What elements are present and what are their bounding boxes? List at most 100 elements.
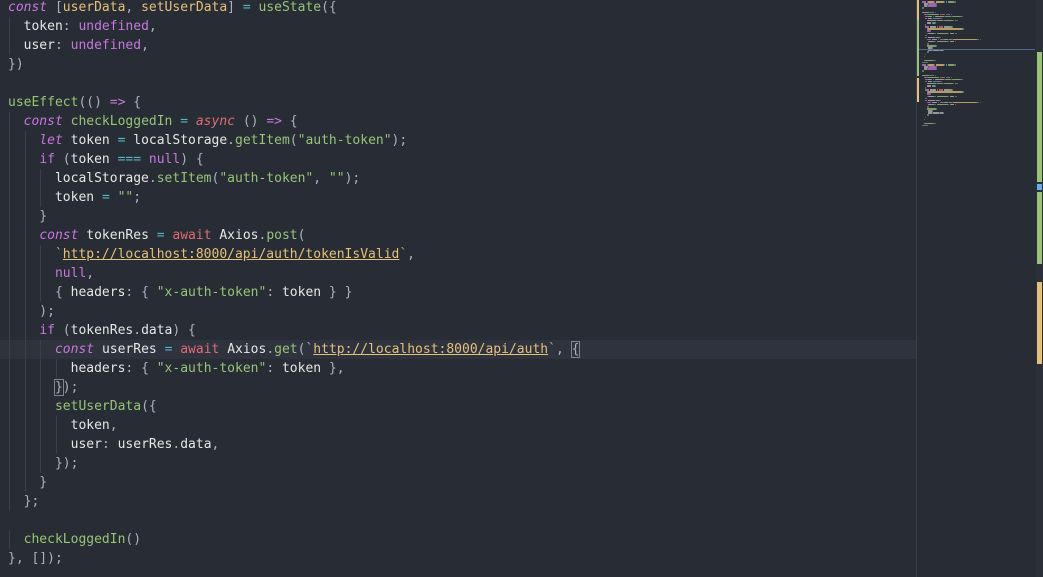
code-editor[interactable]: const [userData, setUserData] = useState…	[0, 0, 1043, 577]
code-line[interactable]: }	[0, 207, 916, 226]
code-line[interactable]: const checkLoggedIn = async () => {	[0, 112, 916, 131]
code-token: ,	[407, 247, 415, 262]
minimap-token	[925, 15, 928, 18]
code-line-content: };	[8, 492, 40, 511]
minimap-token	[934, 22, 936, 24]
overview-ruler[interactable]	[1036, 0, 1043, 577]
code-line-content: token: undefined,	[8, 17, 157, 36]
code-token: {	[8, 285, 71, 300]
code-token: },	[321, 361, 345, 376]
code-token: tokenRes	[70, 323, 134, 338]
code-line[interactable]: checkLoggedIn()	[0, 530, 916, 549]
code-token: );	[62, 380, 79, 395]
code-token: });	[8, 456, 79, 471]
code-line[interactable]: });	[0, 454, 916, 473]
code-line[interactable]: user: userRes.data,	[0, 435, 916, 454]
minimap-token	[954, 64, 956, 66]
minimap-token	[954, 103, 957, 106]
code-token: token	[23, 19, 63, 34]
code-line-content: })	[8, 55, 24, 74]
code-line-content: );	[8, 302, 55, 321]
code-line[interactable]: );	[0, 302, 916, 321]
code-token: useState	[258, 0, 322, 15]
code-token: getItem	[235, 133, 290, 148]
code-area[interactable]: const [userData, setUserData] = useState…	[0, 0, 916, 577]
code-line[interactable]: };	[0, 492, 916, 511]
minimap-token	[979, 101, 981, 104]
minimap-token	[926, 85, 931, 87]
minimap-token	[937, 82, 943, 85]
code-line[interactable]: })	[0, 55, 916, 74]
code-line[interactable]: const [userData, setUserData] = useState…	[0, 0, 916, 17]
code-line[interactable]: null,	[0, 264, 916, 283]
code-token: {	[125, 95, 142, 110]
code-token: ()	[235, 114, 267, 129]
minimap-token	[942, 112, 944, 114]
code-line-content: `http://localhost:8000/api/auth/tokenIsV…	[8, 245, 415, 264]
code-line-content: const tokenRes = await Axios.post(	[8, 226, 305, 245]
code-token: undefined	[78, 19, 149, 34]
code-line-content: setUserData({	[8, 397, 157, 416]
code-line[interactable]: if (tokenRes.data) {	[0, 321, 916, 340]
code-token: null	[54, 266, 87, 281]
code-line[interactable]: { headers: { "x-auth-token": token } }	[0, 283, 916, 302]
code-token: setItem	[156, 171, 212, 186]
code-line[interactable]	[0, 74, 916, 93]
code-line[interactable]: }	[0, 473, 916, 492]
minimap-token	[979, 38, 981, 41]
code-line[interactable]: }, []);	[0, 549, 916, 568]
code-line[interactable]: setUserData({	[0, 397, 916, 416]
code-line-content: user: undefined,	[8, 36, 149, 55]
code-token: headers	[70, 361, 126, 376]
minimap-token	[934, 59, 936, 62]
minimap-token	[925, 34, 927, 37]
code-line[interactable]: user: undefined,	[0, 36, 916, 55]
code-token: }	[8, 209, 48, 224]
code-line-content: checkLoggedIn()	[8, 530, 141, 549]
overview-change-marker	[1037, 282, 1042, 364]
minimap-token	[950, 32, 954, 34]
minimap-token	[928, 15, 933, 18]
code-line[interactable]: token = "";	[0, 188, 916, 207]
minimap-token	[934, 40, 937, 43]
minimap-token	[978, 38, 979, 41]
minimap[interactable]	[917, 0, 1035, 577]
code-token: token	[281, 285, 322, 300]
code-line[interactable]: token,	[0, 416, 916, 435]
code-token: `	[548, 342, 556, 357]
code-token: token	[281, 361, 322, 376]
minimap-token	[962, 28, 964, 30]
code-token: ,	[148, 19, 157, 34]
minimap-token	[956, 19, 958, 22]
code-line[interactable]: localStorage.setItem("auth-token", "");	[0, 169, 916, 188]
minimap-token	[934, 95, 937, 97]
code-line[interactable]: });	[0, 378, 916, 397]
code-line[interactable]: token: undefined,	[0, 17, 916, 36]
code-line-content: }, []);	[8, 549, 63, 568]
code-token: if	[39, 323, 55, 338]
minimap-token	[935, 108, 938, 110]
minimap-token	[925, 78, 928, 81]
code-line[interactable]: const tokenRes = await Axios.post(	[0, 226, 916, 245]
minimap-token	[929, 11, 932, 13]
code-token: token	[70, 418, 110, 433]
code-line[interactable]: let token = localStorage.getItem("auth-t…	[0, 131, 916, 150]
code-line[interactable]	[0, 511, 916, 530]
minimap-token	[922, 74, 930, 76]
minimap-token	[954, 95, 958, 97]
code-line[interactable]: const userRes = await Axios.get(`http://…	[0, 340, 916, 359]
minimap-token	[928, 99, 935, 102]
minimap-token	[951, 15, 962, 18]
code-line[interactable]: useEffect(() => {	[0, 93, 916, 112]
minimap-token	[923, 13, 928, 16]
minimap-token	[934, 103, 937, 106]
code-token: }, []);	[8, 551, 63, 566]
code-line[interactable]: headers: { "x-auth-token": token },	[0, 359, 916, 378]
code-token: await	[180, 342, 220, 357]
code-line[interactable]: `http://localhost:8000/api/auth/tokenIsV…	[0, 245, 916, 264]
code-line[interactable]: if (token === null) {	[0, 150, 916, 169]
